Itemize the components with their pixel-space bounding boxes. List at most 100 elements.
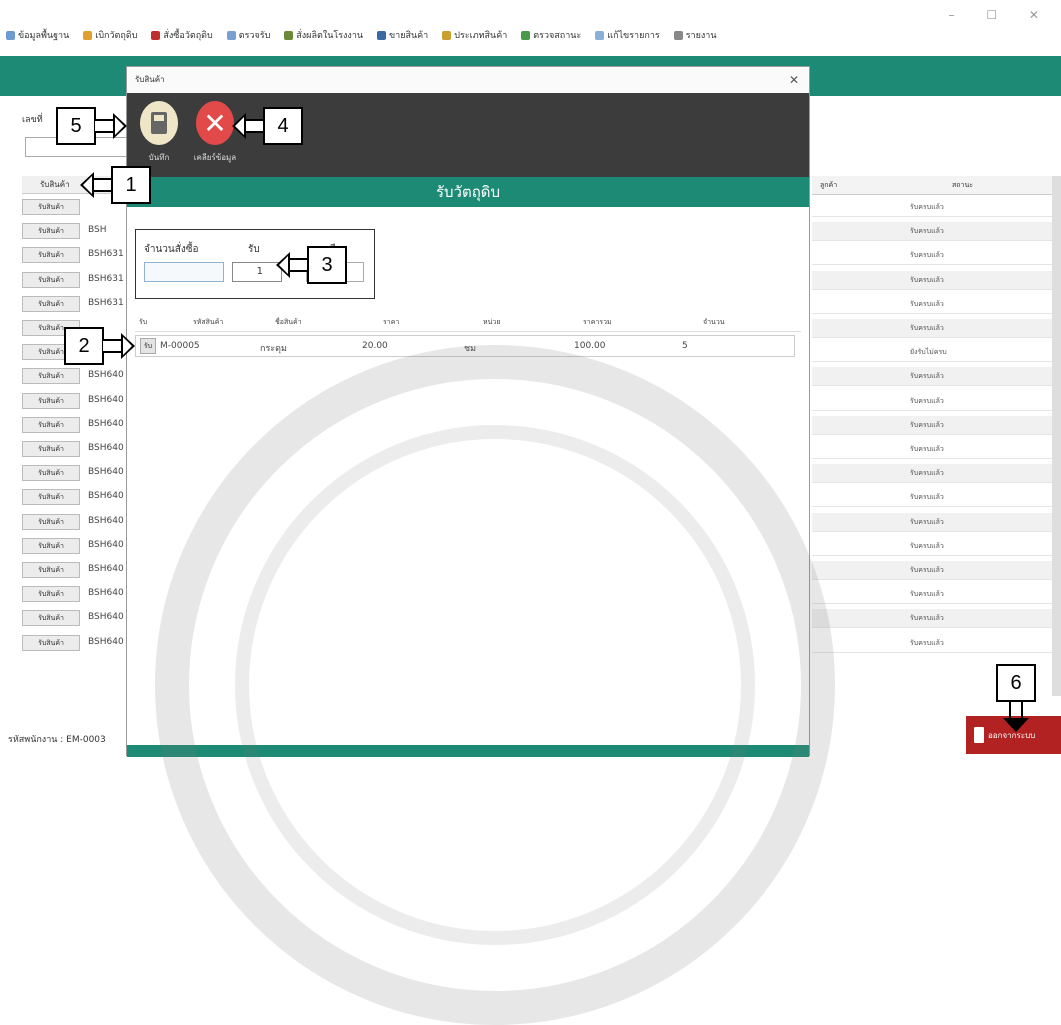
menu-item[interactable]: ตรวจสถานะ — [521, 28, 581, 42]
menu-item[interactable]: ประเภทสินค้า — [442, 28, 507, 42]
table-row[interactable]: รับครบแล้ว — [812, 222, 1056, 242]
menu-item-label: แก้ไขรายการ — [607, 31, 660, 41]
receive-row-button[interactable]: รับสินค้า — [22, 416, 80, 433]
clear-label: เคลียร์ข้อมูล — [193, 153, 237, 162]
row-code: BSH640 — [88, 467, 124, 478]
list-item: รับสินค้า BSH640 — [18, 585, 132, 603]
table-row[interactable]: รับครบแล้ว — [812, 464, 1056, 484]
receive-row-button[interactable]: รับสินค้า — [22, 634, 80, 651]
menu-item[interactable]: รายงาน — [673, 28, 717, 42]
table-row[interactable]: รับครบแล้ว — [812, 415, 1056, 435]
table-row[interactable]: รับครบแล้ว — [812, 270, 1056, 290]
header-status: สถานะ — [952, 181, 973, 189]
table-row[interactable]: รับครบแล้ว — [812, 440, 1056, 459]
menu-item[interactable]: เบิกวัตถุดิบ — [83, 28, 137, 42]
col-qty: จำนวน — [703, 318, 725, 326]
receive-row-button[interactable]: รับสินค้า — [22, 513, 80, 530]
receive-qty-label: รับ — [248, 244, 260, 255]
list-item: รับสินค้า BSH640 — [18, 561, 132, 579]
ordered-qty-field[interactable] — [144, 262, 224, 282]
row-code: BSH640 — [88, 491, 124, 502]
save-button[interactable]: บันทึก — [133, 101, 185, 164]
row-code: BSH640 — [88, 370, 124, 381]
receive-row-button[interactable]: รับสินค้า — [22, 537, 80, 554]
cell-price: 20.00 — [362, 341, 388, 351]
menu-item[interactable]: ขายสินค้า — [377, 28, 428, 42]
receive-row-button[interactable]: รับสินค้า — [22, 271, 80, 288]
receive-row-button[interactable]: รับสินค้า — [22, 489, 80, 506]
row-code: BSH640 — [88, 636, 124, 647]
menu-item-icon — [151, 30, 161, 40]
receive-qty-stepper[interactable]: 1 — [232, 262, 282, 282]
row-status: รับครบแล้ว — [910, 493, 944, 502]
receive-row-button[interactable]: รับสินค้า — [22, 562, 80, 578]
menu-item-label: สั่งซื้อวัตถุดิบ — [163, 31, 213, 41]
menu-item[interactable]: ข้อมูลพื้นฐาน — [6, 28, 69, 42]
menu-item-label: รายงาน — [685, 31, 717, 41]
menu-item-label: ตรวจรับ — [238, 31, 271, 41]
row-receive-button[interactable]: รับ — [140, 338, 156, 354]
row-status: รับครบแล้ว — [910, 469, 944, 478]
list-item: รับสินค้า BSH — [18, 222, 132, 240]
receive-row-button[interactable]: รับสินค้า — [22, 295, 80, 312]
table-row[interactable]: รับครบแล้ว — [812, 561, 1056, 580]
menu-item[interactable]: สั่งซื้อวัตถุดิบ — [151, 28, 213, 42]
table-row[interactable]: รับครบแล้ว — [812, 634, 1056, 653]
menu-item-icon — [673, 30, 683, 40]
row-code: BSH640 — [88, 539, 124, 550]
row-status: รับครบแล้ว — [910, 566, 944, 574]
receive-row-button[interactable]: รับสินค้า — [22, 223, 80, 240]
receive-row-button[interactable]: รับสินค้า — [22, 199, 80, 215]
table-row[interactable]: รับครบแล้ว — [812, 198, 1056, 217]
cell-qty: 5 — [682, 341, 688, 351]
close-icon[interactable]: ✕ — [789, 73, 799, 87]
table-row[interactable]: รับครบแล้ว — [812, 512, 1056, 532]
callout-4: 4 — [232, 107, 303, 145]
row-status: รับครบแล้ว — [910, 420, 944, 429]
menu-item[interactable]: แก้ไขรายการ — [595, 28, 660, 42]
callout-6: 6 — [996, 664, 1040, 732]
row-status: รับครบแล้ว — [910, 251, 944, 260]
table-row[interactable]: รับครบแล้ว — [812, 246, 1056, 266]
row-status: รับครบแล้ว — [910, 445, 944, 453]
menu-item[interactable]: ตรวจรับ — [226, 28, 271, 42]
row-code: BSH640 — [88, 418, 124, 429]
row-status: รับครบแล้ว — [910, 614, 944, 623]
receive-row-button[interactable]: รับสินค้า — [22, 247, 80, 264]
dialog-title: รับสินค้า — [127, 67, 809, 93]
row-status: รับครบแล้ว — [910, 299, 944, 308]
table-row[interactable]: รับครบแล้ว — [812, 488, 1056, 508]
list-item: รับสินค้า BSH640 — [18, 464, 132, 482]
menu-item-icon — [377, 30, 387, 40]
list-item: รับสินค้า BSH640 — [18, 367, 132, 385]
list-item: รับสินค้า BSH640 — [18, 416, 132, 434]
col-total: ราคารวม — [583, 318, 612, 326]
menu-item[interactable]: สั่งผลิตในโรงงาน — [284, 28, 363, 42]
table-row[interactable]: รับครบแล้ว — [812, 609, 1056, 629]
window-controls[interactable]: – ☐ ✕ — [949, 8, 1053, 22]
table-row[interactable]: รับครบแล้ว — [812, 585, 1056, 605]
list-item: รับสินค้า BSH640 — [18, 609, 132, 627]
receive-row-button[interactable]: รับสินค้า — [22, 586, 80, 603]
table-row[interactable]: รับครบแล้ว — [812, 295, 1056, 314]
callout-2-number: 2 — [64, 327, 104, 365]
table-row[interactable]: รับครบแล้ว — [812, 392, 1056, 411]
table-row[interactable]: รับครบแล้ว — [812, 537, 1056, 556]
table-row[interactable]: รับครบแล้ว — [812, 319, 1056, 338]
receive-row-button[interactable]: รับสินค้า — [22, 465, 80, 482]
receive-row-button[interactable]: รับสินค้า — [22, 441, 80, 457]
list-item: รับสินค้า BSH640 — [18, 634, 132, 652]
table-row[interactable]: ยังรับไม่ครบ — [812, 343, 1056, 363]
callout-5: 5 — [56, 107, 127, 145]
receive-row-button[interactable]: รับสินค้า — [22, 610, 80, 627]
grid-scrollbar[interactable] — [1052, 176, 1061, 696]
row-code: BSH — [88, 225, 107, 236]
callout-3-number: 3 — [307, 246, 347, 284]
receive-row-button[interactable]: รับสินค้า — [22, 368, 80, 385]
menu-item-label: เบิกวัตถุดิบ — [95, 31, 138, 41]
callout-5-number: 5 — [56, 107, 96, 145]
list-item: รับสินค้า BSH631 — [18, 271, 132, 289]
receive-row-button[interactable]: รับสินค้า — [22, 392, 80, 409]
menu-item-icon — [83, 30, 93, 40]
table-row[interactable]: รับครบแล้ว — [812, 367, 1056, 387]
